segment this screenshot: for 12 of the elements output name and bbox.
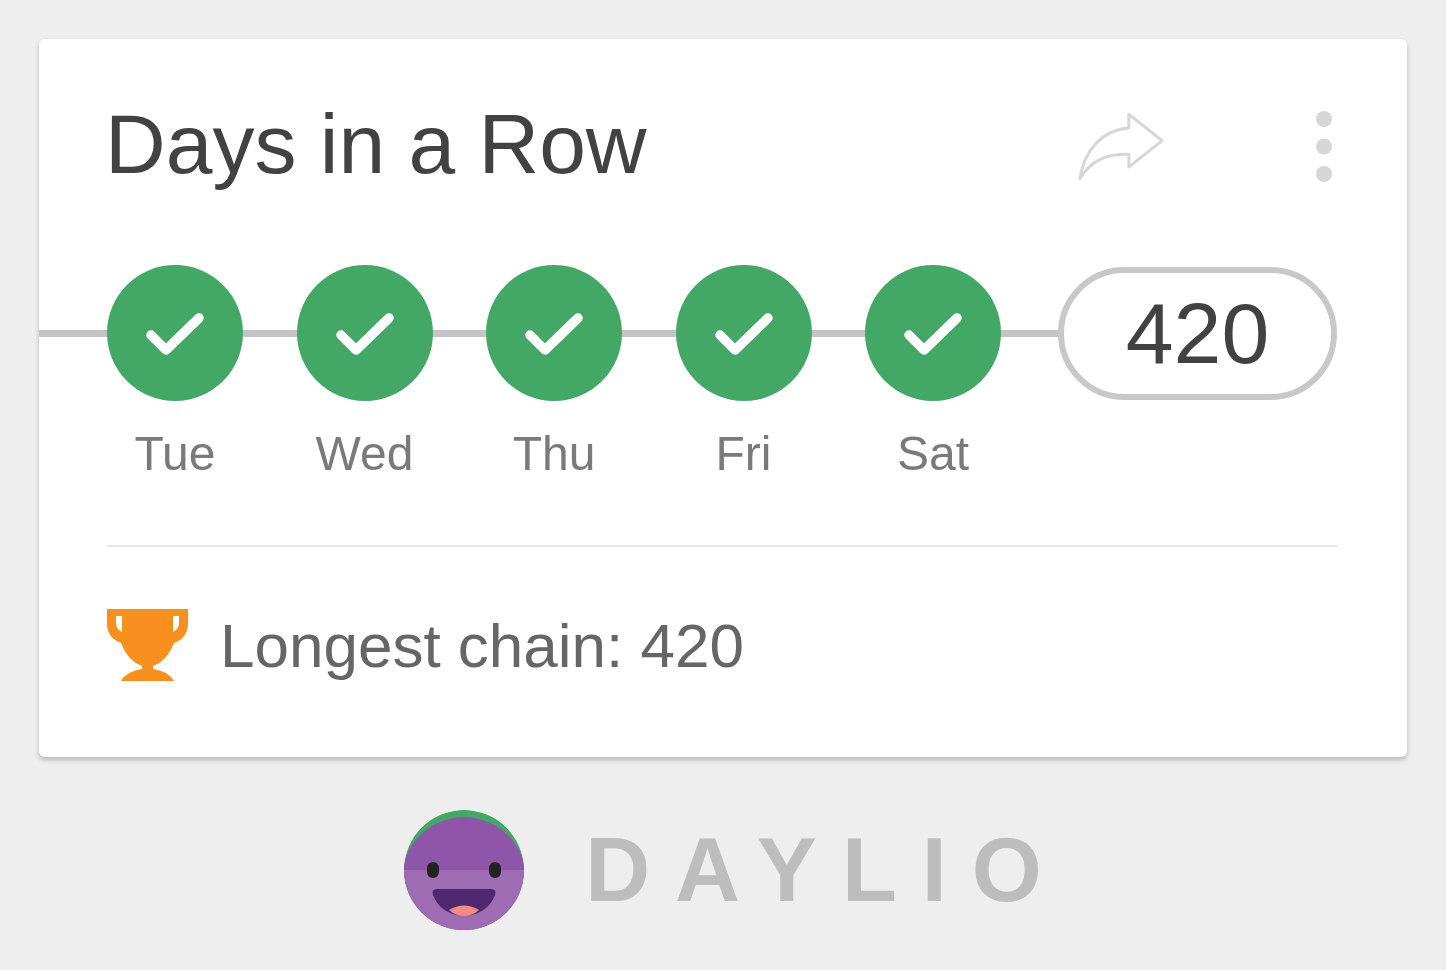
day-label: Thu [512,426,596,481]
card-title: Days in a Row [105,96,647,193]
trophy-icon [107,609,188,681]
streak-count: 420 [1058,267,1337,400]
more-options-icon[interactable] [1316,111,1332,182]
day-label: Wed [315,426,414,481]
day-label: Sat [896,426,969,481]
smiley-logo-icon [404,810,525,930]
longest-chain-text: Longest chain: 420 [220,609,744,681]
share-icon[interactable] [1077,111,1165,182]
day-label: Fri [715,426,772,481]
day-label: Tue [134,426,216,481]
